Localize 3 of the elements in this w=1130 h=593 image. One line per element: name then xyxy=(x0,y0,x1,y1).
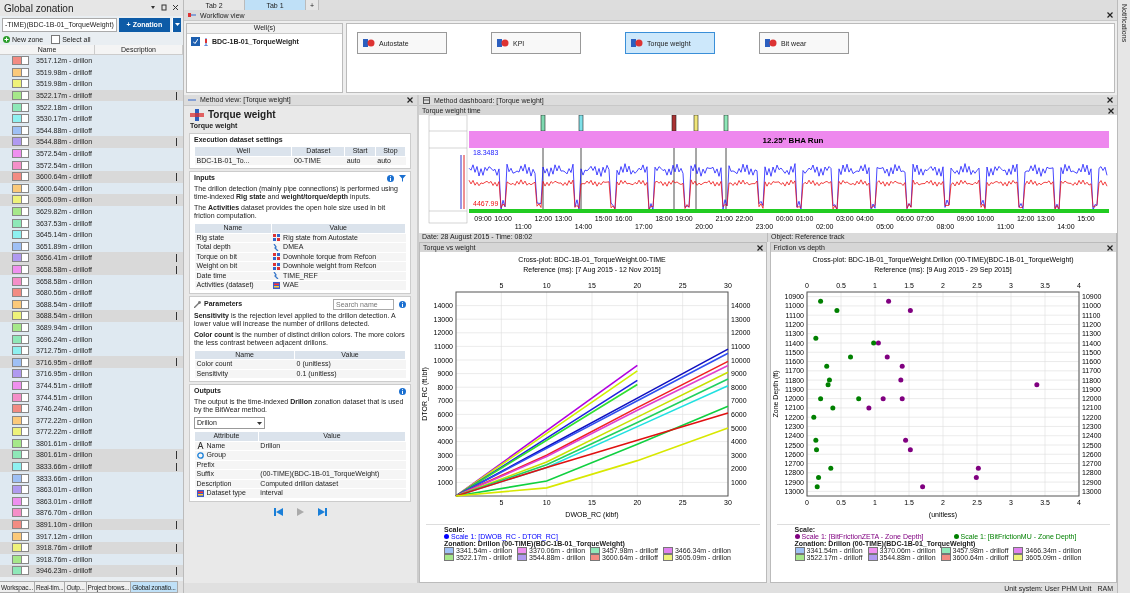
panel-title: Global zonation xyxy=(4,2,74,14)
band-label: 12.25" BHA Run xyxy=(762,136,824,145)
method-title: Torque weight xyxy=(208,109,276,122)
